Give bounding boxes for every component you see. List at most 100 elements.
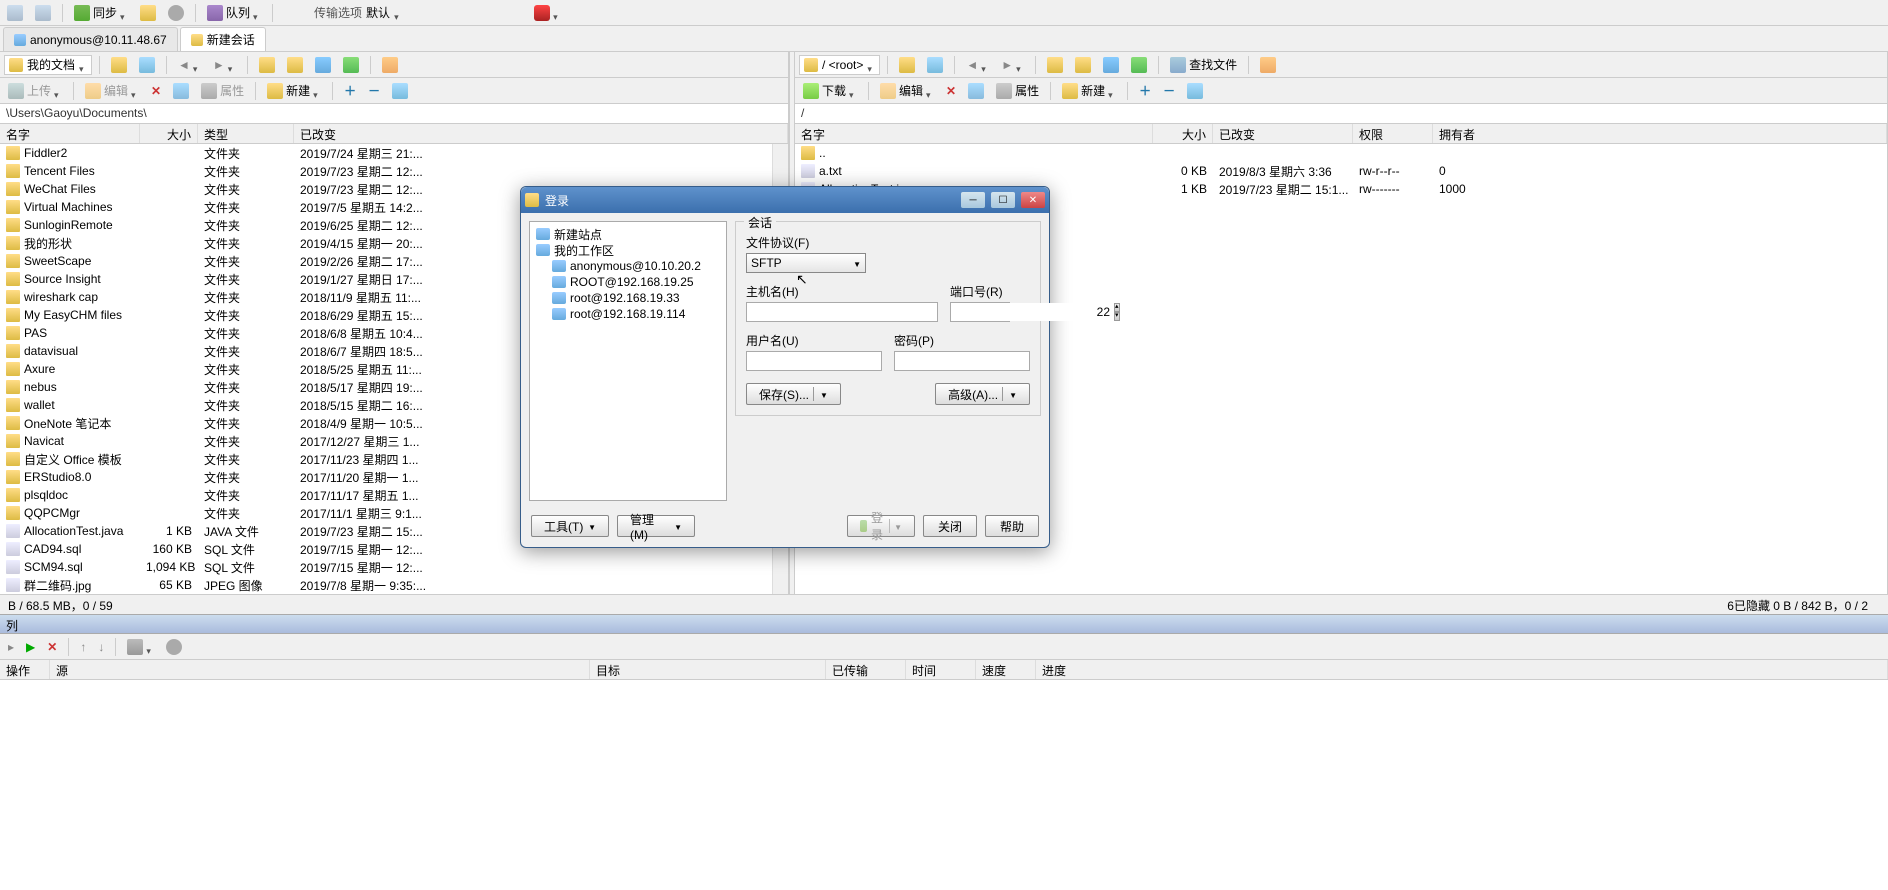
qcol-src[interactable]: 源 <box>50 660 590 679</box>
protocol-select[interactable]: SFTP <box>746 253 866 273</box>
find-button[interactable]: 查找文件 <box>1166 54 1241 75</box>
transfer-default-label[interactable]: 默认 <box>366 4 390 21</box>
filter2-button[interactable] <box>388 81 412 101</box>
remote-edit-button[interactable]: 编辑 <box>876 80 938 101</box>
remote-filter2-button[interactable] <box>1183 81 1207 101</box>
file-row[interactable]: .. <box>795 144 1887 162</box>
sites-tree[interactable]: 新建站点 我的工作区 anonymous@10.10.20.2ROOT@192.… <box>529 221 727 501</box>
username-input[interactable] <box>746 351 882 371</box>
edit-button[interactable]: 编辑 <box>81 80 143 101</box>
remote-sync-browse-button[interactable] <box>1256 55 1280 75</box>
remote-up-button[interactable] <box>1043 55 1067 75</box>
remote-plus-button[interactable]: ＋ <box>1135 80 1155 101</box>
close-button[interactable]: ✕ <box>1021 192 1045 208</box>
rhdr-size[interactable]: 大小 <box>1153 124 1213 143</box>
remote-back-button[interactable]: ◄ <box>962 56 993 74</box>
rhdr-name[interactable]: 名字 <box>795 124 1153 143</box>
port-input[interactable] <box>951 303 1114 321</box>
host-input[interactable] <box>746 302 938 322</box>
local-filter-button[interactable] <box>135 55 159 75</box>
minus-button[interactable]: － <box>364 80 384 101</box>
tab-session-1[interactable]: anonymous@10.11.48.67 <box>3 27 178 51</box>
local-root-button[interactable] <box>283 55 307 75</box>
delete-button[interactable]: ✕ <box>147 82 165 100</box>
plus-button[interactable]: ＋ <box>340 80 360 101</box>
tree-new-site[interactable]: 新建站点 <box>534 226 722 242</box>
remote-dir-dropdown[interactable]: / <root> <box>799 55 880 75</box>
queue-play-button[interactable]: ▶ <box>22 638 39 656</box>
tree-site-item[interactable]: root@192.168.19.33 <box>534 290 722 306</box>
qcol-prog[interactable]: 进度 <box>1036 660 1888 679</box>
remote-fwd-button[interactable]: ► <box>997 56 1028 74</box>
hdr-type[interactable]: 类型 <box>198 124 294 143</box>
advanced-button[interactable]: 高级(A)... <box>935 383 1030 405</box>
tree-site-item[interactable]: anonymous@10.10.20.2 <box>534 258 722 274</box>
session-color-button[interactable] <box>530 3 565 23</box>
qcol-dst[interactable]: 目标 <box>590 660 826 679</box>
local-open-button[interactable] <box>107 55 131 75</box>
qcol-speed[interactable]: 速度 <box>976 660 1036 679</box>
queue-up-button[interactable]: ↑ <box>76 638 90 656</box>
remote-filter-button[interactable] <box>923 55 947 75</box>
queue-down-button[interactable]: ↓ <box>94 638 108 656</box>
local-up-button[interactable] <box>255 55 279 75</box>
queue-cancel-button[interactable]: ✕ <box>43 638 61 656</box>
tree-site-item[interactable]: root@192.168.19.114 <box>534 306 722 322</box>
queue-go-button[interactable]: ▸ <box>4 638 18 656</box>
remote-refresh-button[interactable] <box>1127 55 1151 75</box>
help-button[interactable]: 帮助 <box>985 515 1039 537</box>
rename-button[interactable] <box>169 81 193 101</box>
download-button[interactable]: 下载 <box>799 80 861 101</box>
qcol-time[interactable]: 时间 <box>906 660 976 679</box>
upload-button[interactable]: 上传 <box>4 80 66 101</box>
queue-link-button[interactable] <box>123 637 158 657</box>
rhdr-modified[interactable]: 已改变 <box>1213 124 1353 143</box>
local-fwd-button[interactable]: ► <box>209 56 240 74</box>
manage-button[interactable]: 管理(M) <box>617 515 695 537</box>
new-button[interactable]: 新建 <box>263 80 325 101</box>
remote-home-button[interactable] <box>1099 55 1123 75</box>
file-row[interactable]: SCM94.sql 1,094 KB SQL 文件 2019/7/15 星期一 … <box>0 558 772 576</box>
nav-fwd-button[interactable] <box>31 3 55 23</box>
remote-rename-button[interactable] <box>964 81 988 101</box>
remote-props-button[interactable]: 属性 <box>992 80 1043 101</box>
file-row[interactable]: 群二维码.jpg 65 KB JPEG 图像 2019/7/8 星期一 9:35… <box>0 576 772 594</box>
local-refresh-button[interactable] <box>339 55 363 75</box>
password-input[interactable] <box>894 351 1030 371</box>
minimize-button[interactable]: ─ <box>961 192 985 208</box>
local-dir-dropdown[interactable]: 我的文档 <box>4 55 92 75</box>
login-button[interactable]: 登录 <box>847 515 915 537</box>
dialog-titlebar[interactable]: 登录 ─ ☐ ✕ <box>521 187 1049 213</box>
tree-site-item[interactable]: ROOT@192.168.19.25 <box>534 274 722 290</box>
sync-button[interactable]: 同步 <box>70 2 132 23</box>
tree-workspace[interactable]: 我的工作区 <box>534 242 722 258</box>
port-spinner[interactable]: ▴▾ <box>1114 303 1120 321</box>
nav-back-button[interactable] <box>3 3 27 23</box>
file-row[interactable]: a.txt 0 KB 2019/8/3 星期六 3:36 rw-r--r-- 0 <box>795 162 1887 180</box>
qcol-trans[interactable]: 已传输 <box>826 660 906 679</box>
browse-toggle-button[interactable] <box>136 3 160 23</box>
local-back-button[interactable]: ◄ <box>174 56 205 74</box>
remote-new-button[interactable]: 新建 <box>1058 80 1120 101</box>
queue-button[interactable]: 队列 <box>203 2 265 23</box>
save-button[interactable]: 保存(S)... <box>746 383 841 405</box>
queue-settings-button[interactable] <box>162 637 186 657</box>
remote-minus-button[interactable]: － <box>1159 80 1179 101</box>
remote-path[interactable]: / <box>795 104 1887 124</box>
file-row[interactable]: Fiddler2 文件夹 2019/7/24 星期三 21:... <box>0 144 772 162</box>
remote-delete-button[interactable]: ✕ <box>942 82 960 100</box>
remote-root-button[interactable] <box>1071 55 1095 75</box>
qcol-op[interactable]: 操作 <box>0 660 50 679</box>
tab-new-session[interactable]: 新建会话 <box>180 27 266 51</box>
file-row[interactable]: Tencent Files 文件夹 2019/7/23 星期二 12:... <box>0 162 772 180</box>
local-home-button[interactable] <box>311 55 335 75</box>
props-button[interactable]: 属性 <box>197 80 248 101</box>
local-sync-browse-button[interactable] <box>378 55 402 75</box>
local-path[interactable]: \Users\Gaoyu\Documents\ <box>0 104 788 124</box>
tools-button[interactable]: 工具(T) <box>531 515 609 537</box>
hdr-modified[interactable]: 已改变 <box>294 124 788 143</box>
hdr-name[interactable]: 名字 <box>0 124 140 143</box>
remote-open-button[interactable] <box>895 55 919 75</box>
hdr-size[interactable]: 大小 <box>140 124 198 143</box>
rhdr-perms[interactable]: 权限 <box>1353 124 1433 143</box>
